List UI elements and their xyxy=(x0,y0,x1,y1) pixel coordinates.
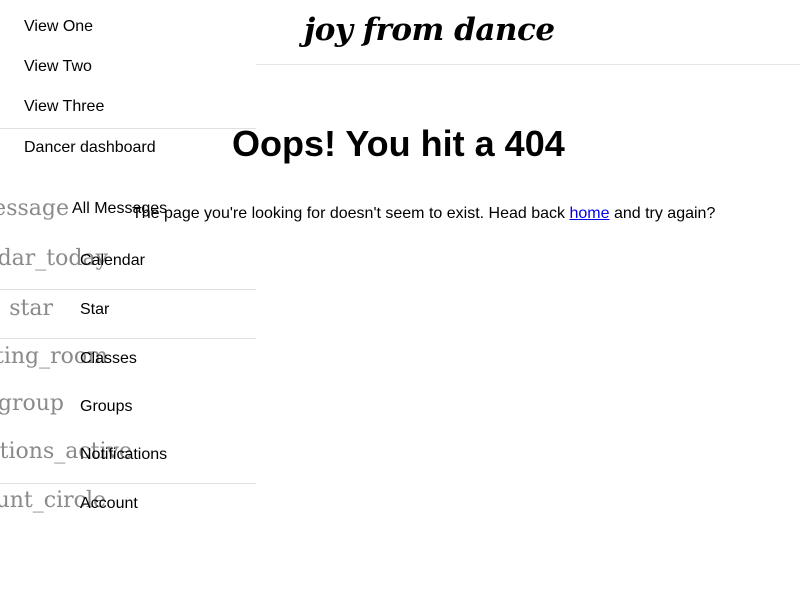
nav-label-classes: Classes xyxy=(80,350,137,367)
view-one-link[interactable]: View One xyxy=(24,18,93,36)
nav-item-account[interactable]: account_circle Account xyxy=(0,483,256,533)
nav-label-account: Account xyxy=(80,495,138,512)
drawer-top-links: View One View Two View Three xyxy=(0,0,256,129)
view-two-link[interactable]: View Two xyxy=(24,58,92,76)
message-text-after: and try again? xyxy=(609,205,716,222)
brand-logo[interactable]: joy from dance xyxy=(304,12,555,48)
group-icon: group xyxy=(0,391,64,416)
view-three-link[interactable]: View Three xyxy=(24,98,104,116)
page: joy from dance Oops! You hit a 404 The p… xyxy=(0,0,800,600)
home-link[interactable]: home xyxy=(569,205,609,222)
nav-label-all-messages: All Messages xyxy=(72,200,168,217)
nav-label-notifications: Notifications xyxy=(80,446,168,463)
nav-label-star: Star xyxy=(80,301,110,318)
dancer-dashboard-link[interactable]: Dancer dashboard xyxy=(24,139,156,157)
nav-item-notifications[interactable]: notifications_active Notifications xyxy=(0,436,256,485)
nav-item-classes[interactable]: meeting_room Classes xyxy=(0,338,256,388)
nav-item-calendar[interactable]: calendar_today Calendar xyxy=(0,240,256,289)
nav-label-calendar: Calendar xyxy=(80,252,145,269)
star-icon: star xyxy=(9,296,53,321)
nav-item-all-messages[interactable]: message All Messages xyxy=(0,186,256,235)
page-title: Oops! You hit a 404 xyxy=(232,123,565,164)
message-icon: message xyxy=(0,196,69,221)
nav-item-star[interactable]: star Star xyxy=(0,289,256,339)
nav-label-groups: Groups xyxy=(80,398,133,415)
nav-item-groups[interactable]: group Groups xyxy=(0,388,256,437)
navigation-drawer: View One View Two View Three Dancer dash… xyxy=(0,0,256,600)
